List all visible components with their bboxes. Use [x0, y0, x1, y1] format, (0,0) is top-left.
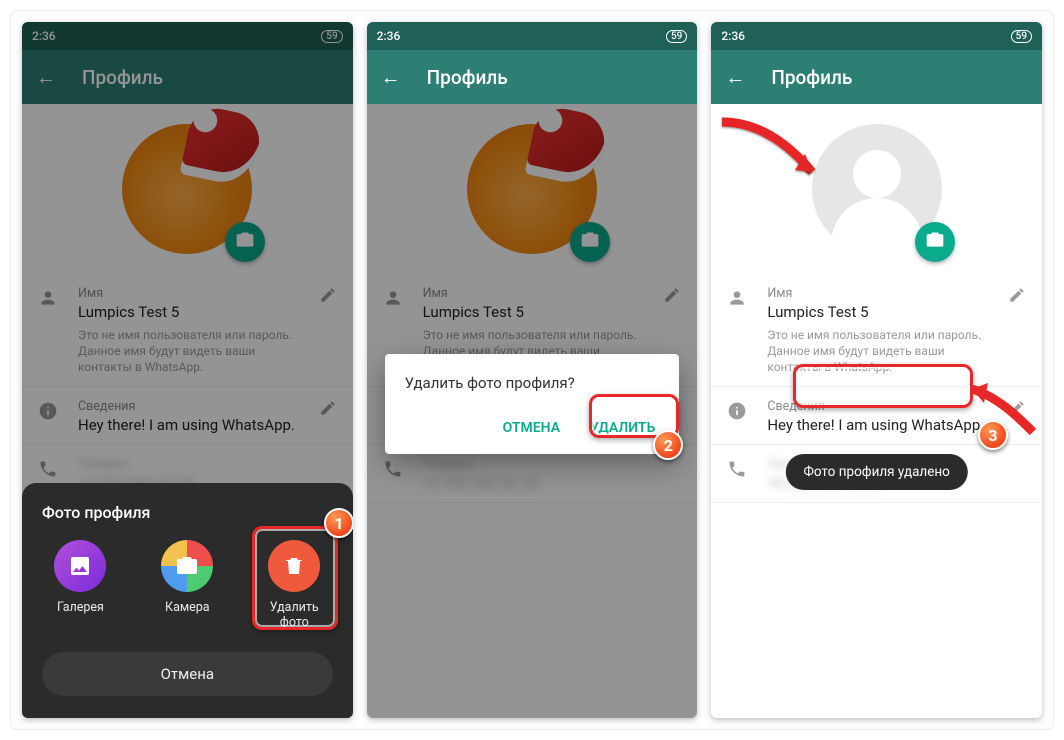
back-icon[interactable]: ←: [381, 67, 401, 87]
clock: 2:36: [721, 29, 745, 43]
name-hint: Это не имя пользователя или пароль. Данн…: [767, 327, 990, 376]
option-camera-label: Камера: [149, 600, 226, 615]
sheet-cancel-button[interactable]: Отмена: [42, 652, 333, 696]
screenshot-step-1: 2:36 59 ← Профиль: [22, 22, 353, 718]
about-label: Сведения: [767, 399, 990, 414]
name-value: Lumpics Test 5: [767, 303, 990, 321]
option-gallery[interactable]: Галерея: [42, 540, 119, 630]
phone-icon: [383, 459, 405, 483]
dialog-message: Удалить фото профиля?: [405, 374, 660, 392]
option-camera[interactable]: Камера: [149, 540, 226, 630]
option-delete-label: Удалить фото: [256, 600, 333, 630]
phone-icon: [727, 459, 749, 483]
camera-icon: [161, 540, 213, 592]
status-bar: 2:36 59: [711, 22, 1042, 50]
page-title: Профиль: [771, 66, 852, 89]
screenshot-step-3: 2:36 59 ← Профиль Имя Lumpics T: [711, 22, 1042, 718]
toast-photo-deleted: Фото профиля удалено: [785, 454, 967, 490]
photo-bottom-sheet: Фото профиля Галерея Камера: [22, 483, 353, 718]
gallery-icon: [54, 540, 106, 592]
camera-icon: [580, 230, 600, 254]
option-gallery-label: Галерея: [42, 600, 119, 615]
battery-pill: 59: [666, 30, 687, 43]
edit-icon[interactable]: [1008, 399, 1026, 421]
confirm-delete-dialog: Удалить фото профиля? ОТМЕНА УДАЛИТЬ: [385, 354, 680, 454]
person-icon: [727, 288, 749, 312]
change-photo-fab[interactable]: [915, 222, 955, 262]
name-label: Имя: [767, 286, 990, 301]
status-bar: 2:36 59: [367, 22, 698, 50]
app-bar: ← Профиль: [711, 50, 1042, 104]
page-title: Профиль: [427, 66, 508, 89]
camera-icon: [925, 230, 945, 254]
name-row[interactable]: Имя Lumpics Test 5 Это не имя пользовате…: [711, 274, 1042, 387]
back-icon[interactable]: ←: [725, 67, 745, 87]
about-value: Hey there! I am using WhatsApp.: [767, 416, 990, 434]
person-icon: [383, 288, 405, 312]
app-bar: ← Профиль: [367, 50, 698, 104]
screenshot-step-2: 2:36 59 ← Профиль Имя Lumpics T: [367, 22, 698, 718]
dialog-confirm-button[interactable]: УДАЛИТЬ: [586, 412, 659, 444]
dialog-cancel-button[interactable]: ОТМЕНА: [499, 412, 564, 444]
profile-avatar[interactable]: [467, 124, 597, 254]
sheet-title: Фото профиля: [42, 503, 333, 522]
trash-icon: [268, 540, 320, 592]
battery-pill: 59: [1011, 30, 1032, 43]
option-delete-photo[interactable]: Удалить фото: [256, 540, 333, 630]
info-icon: [727, 401, 749, 425]
change-photo-fab[interactable]: [570, 222, 610, 262]
about-row[interactable]: Сведения Hey there! I am using WhatsApp.: [711, 387, 1042, 445]
clock: 2:36: [377, 29, 401, 43]
edit-icon[interactable]: [1008, 286, 1026, 308]
edit-icon: [663, 286, 681, 308]
